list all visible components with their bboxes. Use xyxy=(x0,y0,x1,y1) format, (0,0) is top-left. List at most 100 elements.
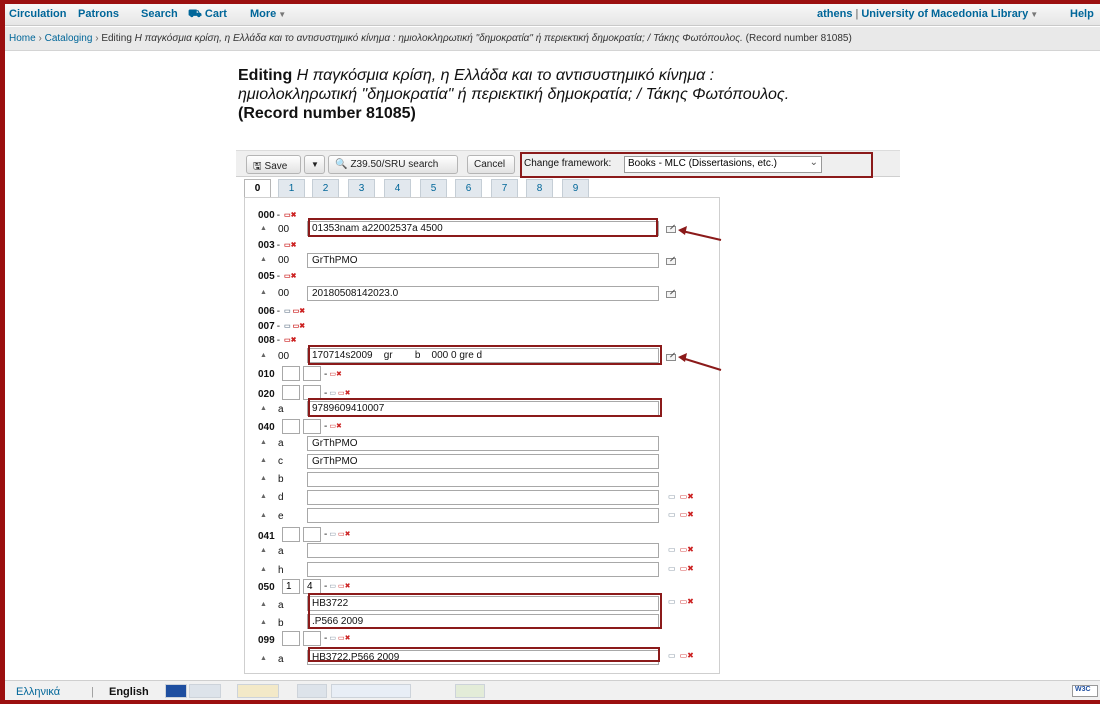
tab-5[interactable]: 5 xyxy=(420,179,447,197)
indicator-1-input[interactable] xyxy=(282,527,300,542)
indicator-1-input[interactable] xyxy=(282,366,300,381)
delete-tag-icon[interactable]: ▭✖ xyxy=(329,370,341,378)
clone-subfield-icon[interactable]: ▭ xyxy=(668,492,676,501)
indicator-2-input[interactable]: 4 xyxy=(303,579,321,594)
delete-tag-icon[interactable]: ▭✖ xyxy=(284,211,296,219)
delete-tag-icon[interactable]: ▭✖ xyxy=(284,241,296,249)
tab-7[interactable]: 7 xyxy=(491,179,518,197)
clone-subfield-icon[interactable]: ▭ xyxy=(668,545,676,554)
delete-tag-icon[interactable]: ▭✖ xyxy=(293,322,305,330)
nav-search[interactable]: Search xyxy=(141,8,178,20)
collapse-arrow-icon[interactable]: ▲ xyxy=(260,493,267,500)
nav-help[interactable]: Help xyxy=(1070,8,1094,20)
collapse-arrow-icon[interactable]: ▲ xyxy=(260,601,267,608)
tag-editor-icon[interactable] xyxy=(666,226,676,233)
language-greek-link[interactable]: Ελληνικά xyxy=(16,686,60,698)
delete-tag-icon[interactable]: ▭✖ xyxy=(338,582,350,590)
delete-subfield-icon[interactable]: ▭✖ xyxy=(680,492,694,501)
marc-050a-field[interactable]: HB3722 xyxy=(307,596,659,611)
delete-tag-icon[interactable]: ▭✖ xyxy=(284,336,296,344)
clone-tag-icon[interactable]: ▭ xyxy=(284,307,291,315)
delete-tag-icon[interactable]: ▭✖ xyxy=(293,307,305,315)
clone-subfield-icon[interactable]: ▭ xyxy=(668,510,676,519)
clone-subfield-icon[interactable]: ▭ xyxy=(668,651,676,660)
clone-subfield-icon[interactable]: ▭ xyxy=(668,597,676,606)
breadcrumb-home[interactable]: Home xyxy=(9,33,36,44)
marc-040b-field[interactable] xyxy=(307,472,659,487)
marc-050b-field[interactable]: .P566 2009 xyxy=(307,614,659,629)
breadcrumb-cataloging[interactable]: Cataloging xyxy=(45,33,93,44)
clone-tag-icon[interactable]: ▭ xyxy=(329,582,336,590)
delete-tag-icon[interactable]: ▭✖ xyxy=(329,422,341,430)
indicator-2-input[interactable] xyxy=(303,366,321,381)
collapse-arrow-icon[interactable]: ▲ xyxy=(260,352,267,359)
delete-tag-icon[interactable]: ▭✖ xyxy=(284,272,296,280)
indicator-2-input[interactable] xyxy=(303,527,321,542)
marc-041h-field[interactable] xyxy=(307,562,659,577)
nav-patrons[interactable]: Patrons xyxy=(78,8,119,20)
clone-subfield-icon[interactable]: ▭ xyxy=(668,564,676,573)
tag-editor-icon[interactable] xyxy=(666,258,676,265)
marc-020a-field[interactable]: 9789609410007 xyxy=(307,401,659,416)
save-button[interactable]: 🖫 Save xyxy=(246,155,301,174)
indicator-1-input[interactable] xyxy=(282,385,300,400)
collapse-arrow-icon[interactable]: ▲ xyxy=(260,225,267,232)
collapse-arrow-icon[interactable]: ▲ xyxy=(260,405,267,412)
clone-tag-icon[interactable]: ▭ xyxy=(284,322,291,330)
tag-editor-icon[interactable] xyxy=(666,354,676,361)
collapse-arrow-icon[interactable]: ▲ xyxy=(260,619,267,626)
nav-cart[interactable]: ⛟ Cart xyxy=(188,8,227,22)
collapse-arrow-icon[interactable]: ▲ xyxy=(260,256,267,263)
collapse-arrow-icon[interactable]: ▲ xyxy=(260,475,267,482)
save-options-dropdown-button[interactable]: ▼ xyxy=(304,155,325,174)
collapse-arrow-icon[interactable]: ▲ xyxy=(260,566,267,573)
delete-subfield-icon[interactable]: ▭✖ xyxy=(680,651,694,660)
delete-subfield-icon[interactable]: ▭✖ xyxy=(680,510,694,519)
tag-editor-icon[interactable] xyxy=(666,291,676,298)
clone-tag-icon[interactable]: ▭ xyxy=(329,530,336,538)
nav-circulation[interactable]: Circulation xyxy=(9,8,66,20)
tab-4[interactable]: 4 xyxy=(384,179,411,197)
collapse-arrow-icon[interactable]: ▲ xyxy=(260,439,267,446)
clone-tag-icon[interactable]: ▭ xyxy=(329,389,336,397)
z3950-search-button[interactable]: 🔍 Z39.50/SRU search xyxy=(328,155,458,174)
tab-1[interactable]: 1 xyxy=(278,179,305,197)
delete-subfield-icon[interactable]: ▭✖ xyxy=(680,564,694,573)
indicator-1-input[interactable] xyxy=(282,631,300,646)
framework-select[interactable]: Books - MLC (Dissertasions, etc.) ⌄ xyxy=(624,156,822,173)
marc-040c-field[interactable]: GrThPMO xyxy=(307,454,659,469)
indicator-1-input[interactable] xyxy=(282,419,300,434)
marc-040e-field[interactable] xyxy=(307,508,659,523)
clone-tag-icon[interactable]: ▭ xyxy=(329,634,336,642)
marc-005-field[interactable]: 20180508142023.0 xyxy=(307,286,659,301)
tab-3[interactable]: 3 xyxy=(348,179,375,197)
cancel-button[interactable]: Cancel xyxy=(467,155,515,174)
collapse-arrow-icon[interactable]: ▲ xyxy=(260,289,267,296)
marc-000-field[interactable]: 01353nam a22002537a 4500 xyxy=(307,221,659,236)
delete-tag-icon[interactable]: ▭✖ xyxy=(338,530,350,538)
tab-8[interactable]: 8 xyxy=(526,179,553,197)
marc-003-field[interactable]: GrThPMO xyxy=(307,253,659,268)
tab-2[interactable]: 2 xyxy=(312,179,339,197)
marc-040d-field[interactable] xyxy=(307,490,659,505)
indicator-2-input[interactable] xyxy=(303,631,321,646)
nav-more[interactable]: More ▼ xyxy=(250,8,286,20)
delete-tag-icon[interactable]: ▭✖ xyxy=(338,389,350,397)
delete-subfield-icon[interactable]: ▭✖ xyxy=(680,597,694,606)
delete-tag-icon[interactable]: ▭✖ xyxy=(338,634,350,642)
collapse-arrow-icon[interactable]: ▲ xyxy=(260,547,267,554)
indicator-1-input[interactable]: 1 xyxy=(282,579,300,594)
marc-099a-field[interactable]: HB3722.P566 2009 xyxy=(307,650,659,665)
tab-6[interactable]: 6 xyxy=(455,179,482,197)
marc-008-field[interactable]: 170714s2009 gr b 000 0 gre d xyxy=(307,348,659,363)
delete-subfield-icon[interactable]: ▭✖ xyxy=(680,545,694,554)
marc-041a-field[interactable] xyxy=(307,543,659,558)
indicator-2-input[interactable] xyxy=(303,385,321,400)
indicator-2-input[interactable] xyxy=(303,419,321,434)
collapse-arrow-icon[interactable]: ▲ xyxy=(260,655,267,662)
collapse-arrow-icon[interactable]: ▲ xyxy=(260,457,267,464)
nav-user-menu[interactable]: athens | University of Macedonia Library ▼ xyxy=(817,8,1038,20)
collapse-arrow-icon[interactable]: ▲ xyxy=(260,512,267,519)
marc-040a-field[interactable]: GrThPMO xyxy=(307,436,659,451)
tab-9[interactable]: 9 xyxy=(562,179,589,197)
